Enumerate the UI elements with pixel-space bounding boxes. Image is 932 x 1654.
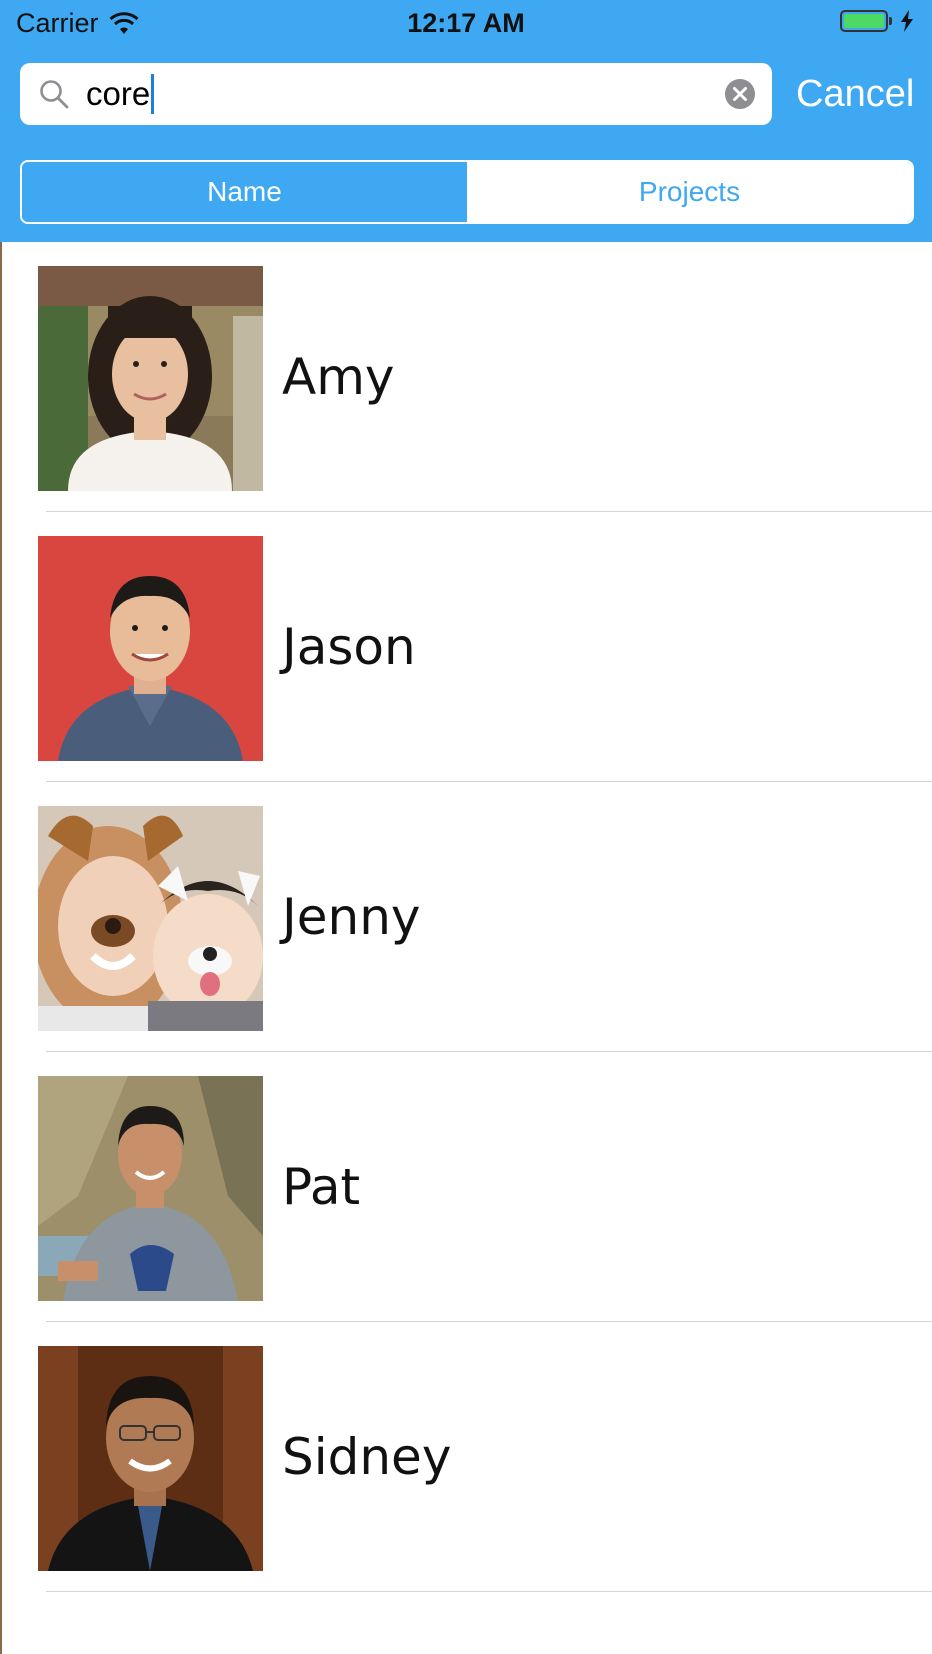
list-item[interactable]: Jenny [0, 782, 932, 1052]
scope-segmented-control: Name Projects [20, 160, 914, 224]
results-list: Amy Jason Jenny Pat Sidney [0, 242, 932, 1592]
charging-bolt-icon [901, 10, 913, 32]
avatar [38, 1076, 263, 1301]
person-name: Amy [282, 348, 395, 406]
search-field[interactable]: core [20, 63, 772, 125]
clear-icon[interactable] [724, 78, 756, 110]
status-time: 12:17 AM [407, 8, 525, 38]
avatar [38, 806, 263, 1031]
avatar [38, 536, 263, 761]
avatar [38, 266, 263, 491]
person-name: Sidney [282, 1428, 452, 1486]
battery-icon [840, 10, 888, 32]
status-bar: Carrier 12:17 AM [0, 0, 932, 48]
search-input[interactable]: core [86, 63, 686, 125]
person-name: Jenny [282, 888, 421, 946]
text-cursor [151, 74, 155, 114]
list-item[interactable]: Pat [0, 1052, 932, 1322]
segment-name[interactable]: Name [22, 162, 467, 222]
battery-indicator [840, 10, 914, 32]
list-item[interactable]: Sidney [0, 1322, 932, 1592]
list-item[interactable]: Jason [0, 512, 932, 782]
list-item[interactable]: Amy [0, 242, 932, 512]
app-screen: Carrier 12:17 AM core Cancel Name Projec… [0, 0, 932, 1654]
search-icon [40, 80, 69, 109]
search-header: Carrier 12:17 AM core Cancel Name Projec… [0, 0, 932, 242]
search-input-value: core [86, 75, 151, 112]
row-separator [46, 1591, 932, 1592]
segment-projects[interactable]: Projects [467, 162, 912, 222]
cancel-button[interactable]: Cancel [796, 68, 914, 120]
person-name: Pat [282, 1158, 361, 1216]
avatar [38, 1346, 263, 1571]
person-name: Jason [282, 618, 416, 676]
